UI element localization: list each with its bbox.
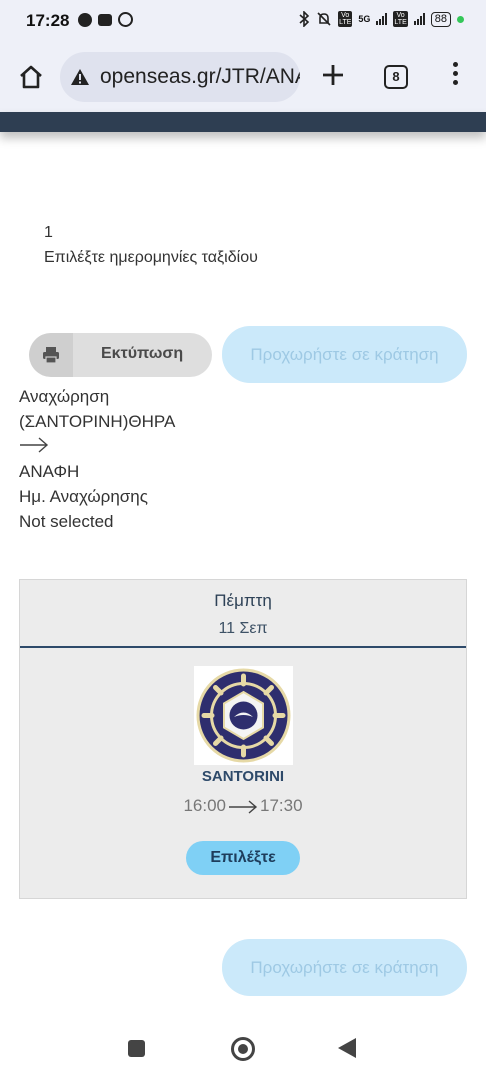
status-bar: 17:28 Vo LTE 5G Vo LTE 88 — [0, 0, 486, 42]
circle-app-icon — [118, 12, 133, 27]
home-icon[interactable] — [18, 64, 44, 90]
destination-port: ΑΝΑΦΗ — [19, 462, 80, 481]
notification-icons — [78, 12, 133, 27]
new-tab-icon[interactable] — [320, 62, 346, 88]
trip-times: 16:00 17:30 — [20, 796, 466, 816]
trip-date: 11 Σεπ — [218, 620, 268, 637]
recents-icon[interactable] — [128, 1040, 145, 1057]
operator-logo-image — [196, 668, 291, 763]
route-summary: Αναχώρηση (ΣΑΝΤΟΡΙΝΗ)ΘΗΡΑ ΑΝΑΦΗ Ημ. Αναχ… — [19, 384, 175, 534]
arrive-time: 17:30 — [260, 796, 303, 815]
proceed-to-booking-button-bottom[interactable]: Προχωρήστε σε κράτηση — [222, 939, 467, 996]
route-arrow-icon — [19, 434, 175, 459]
operator-logo — [194, 666, 293, 765]
system-icons: Vo LTE 5G Vo LTE 88 — [298, 11, 464, 27]
wallet-icon — [98, 13, 112, 26]
system-nav-bar — [0, 1020, 486, 1080]
trip-day: Πέμπτη — [214, 591, 272, 610]
signal-icon-2 — [413, 13, 425, 25]
home-nav-icon[interactable] — [231, 1037, 255, 1061]
bluetooth-icon — [299, 11, 310, 27]
proceed-to-booking-button-top[interactable]: Προχωρήστε σε κράτηση — [222, 326, 467, 383]
more-menu-icon[interactable] — [450, 62, 460, 90]
step-number: 1 — [44, 224, 53, 241]
volte-icon: Vo LTE — [338, 11, 353, 27]
battery-icon: 88 — [430, 11, 451, 27]
step-label: Επιλέξτε ημερομηνίες ταξιδίου — [44, 249, 258, 266]
messenger-icon — [78, 12, 92, 27]
status-time: 17:28 — [26, 11, 70, 30]
trip-card-header: Πέμπτη 11 Σεπ — [20, 580, 466, 648]
address-bar[interactable]: openseas.gr/JTR/ANA — [60, 52, 300, 102]
departure-date-label: Ημ. Αναχώρησης — [19, 487, 148, 506]
tab-switcher-button[interactable]: 8 — [384, 65, 408, 89]
browser-toolbar: openseas.gr/JTR/ANA 8 — [0, 42, 486, 112]
vessel-name: SANTORINI — [201, 768, 285, 785]
trip-card: Πέμπτη 11 Σεπ SANTORINI 16:00 17:30 Επιλ… — [19, 579, 467, 899]
origin-port: (ΣΑΝΤΟΡΙΝΗ)ΘΗΡΑ — [19, 412, 176, 431]
privacy-indicator-icon — [457, 15, 464, 23]
print-label: Εκτύπωση — [101, 345, 184, 362]
warning-icon[interactable] — [70, 67, 90, 87]
volte-icon-2: Vo LTE — [393, 11, 408, 27]
signal-icon — [376, 13, 388, 25]
mute-icon — [317, 12, 331, 26]
back-icon[interactable] — [338, 1038, 356, 1058]
printer-icon — [43, 347, 59, 364]
depart-time: 16:00 — [183, 796, 226, 815]
print-icon-wrap — [29, 333, 73, 377]
network-type: 5G — [358, 14, 371, 24]
print-button[interactable]: Εκτύπωση — [29, 333, 212, 377]
site-header — [0, 112, 486, 132]
departure-label: Αναχώρηση — [19, 387, 110, 406]
select-trip-button[interactable]: Επιλέξτε — [186, 841, 300, 875]
departure-date-value: Not selected — [19, 512, 114, 531]
time-arrow-icon — [229, 799, 258, 814]
url-text: openseas.gr/JTR/ANA — [100, 65, 300, 88]
